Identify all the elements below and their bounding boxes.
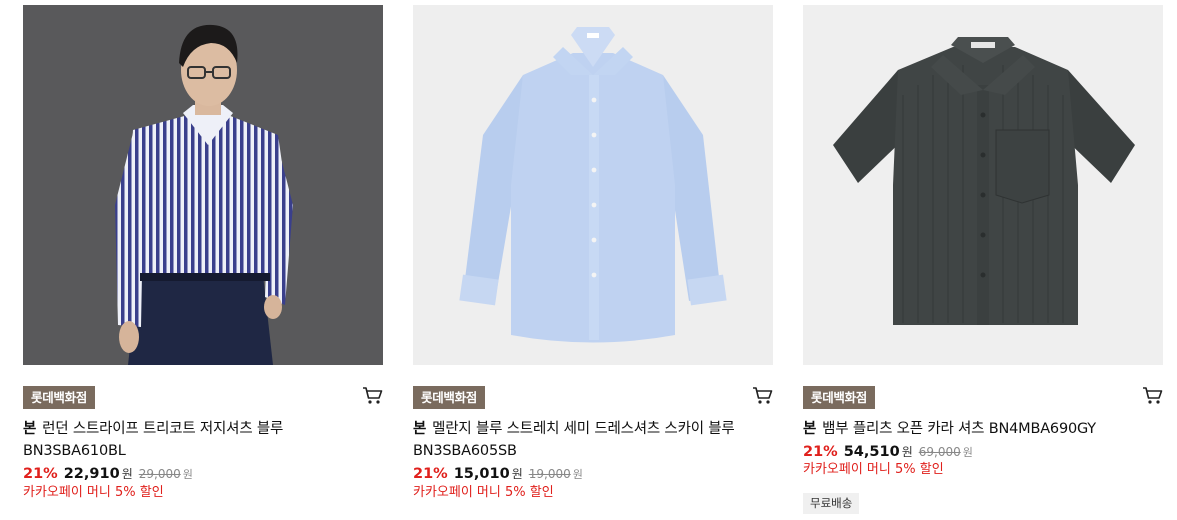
product-brand: 본 — [803, 421, 817, 437]
product-photo-striped-shirt-model — [23, 5, 383, 365]
product-grid: 롯데백화점 본 런던 스트라이프 트리코트 저지셔츠 블루 BN3SBA610BL… — [0, 0, 1177, 520]
product-image[interactable] — [413, 5, 773, 365]
product-card[interactable]: 롯데백화점 본 런던 스트라이프 트리코트 저지셔츠 블루 BN3SBA610BL… — [23, 0, 383, 520]
product-name: 뱀부 플리츠 오픈 카라 셔츠 BN4MBA690GY — [822, 421, 1096, 437]
price-unit: 원 — [511, 467, 523, 481]
store-badge: 롯데백화점 — [413, 386, 486, 409]
cart-icon[interactable] — [362, 386, 384, 406]
product-card[interactable]: 롯데백화점 본 뱀부 플리츠 오픈 카라 셔츠 BN4MBA690GY 21% 54… — [803, 0, 1163, 520]
product-image[interactable] — [803, 5, 1163, 365]
original-price-unit: 원 — [182, 468, 193, 481]
discount-rate: 21% — [413, 466, 448, 482]
original-price-unit: 원 — [572, 468, 583, 481]
original-price: 29,000 — [138, 467, 181, 481]
cart-icon[interactable] — [1142, 386, 1164, 406]
product-image[interactable] — [23, 5, 383, 365]
free-shipping-badge: 무료배송 — [803, 493, 860, 514]
product-title[interactable]: 본 런던 스트라이프 트리코트 저지셔츠 블루 BN3SBA610BL — [23, 418, 383, 462]
original-price: 19,000 — [528, 467, 571, 481]
price-unit: 원 — [901, 445, 913, 459]
promo-text: 카카오페이 머니 5% 할인 — [23, 485, 164, 500]
price-row: 21% 54,510 원 69,000 원 — [803, 443, 973, 462]
product-photo-charcoal-short-sleeve-shirt — [803, 5, 1163, 365]
sale-price: 15,010 — [453, 466, 510, 482]
product-card[interactable]: 롯데백화점 본 멜란지 블루 스트레치 세미 드레스셔츠 스카이 블루 BN3SB… — [413, 0, 773, 520]
cart-icon[interactable] — [752, 386, 774, 406]
promo-text: 카카오페이 머니 5% 할인 — [803, 462, 944, 477]
sale-price: 54,510 — [843, 444, 900, 460]
product-brand: 본 — [413, 421, 427, 437]
product-title[interactable]: 본 멜란지 블루 스트레치 세미 드레스셔츠 스카이 블루 BN3SBA605SB — [413, 418, 773, 462]
store-badge: 롯데백화점 — [803, 386, 876, 409]
discount-rate: 21% — [803, 444, 838, 460]
price-unit: 원 — [121, 467, 133, 481]
original-price-unit: 원 — [962, 446, 973, 459]
product-name: 런던 스트라이프 트리코트 저지셔츠 블루 BN3SBA610BL — [23, 421, 284, 459]
product-brand: 본 — [23, 421, 37, 437]
product-name: 멜란지 블루 스트레치 세미 드레스셔츠 스카이 블루 BN3SBA605SB — [413, 421, 735, 459]
price-row: 21% 15,010 원 19,000 원 — [413, 465, 583, 484]
sale-price: 22,910 — [63, 466, 120, 482]
product-photo-light-blue-dress-shirt — [413, 5, 773, 365]
discount-rate: 21% — [23, 466, 58, 482]
original-price: 69,000 — [918, 445, 961, 459]
price-row: 21% 22,910 원 29,000 원 — [23, 465, 193, 484]
product-title[interactable]: 본 뱀부 플리츠 오픈 카라 셔츠 BN4MBA690GY — [803, 418, 1163, 440]
promo-text: 카카오페이 머니 5% 할인 — [413, 485, 554, 500]
store-badge: 롯데백화점 — [23, 386, 96, 409]
